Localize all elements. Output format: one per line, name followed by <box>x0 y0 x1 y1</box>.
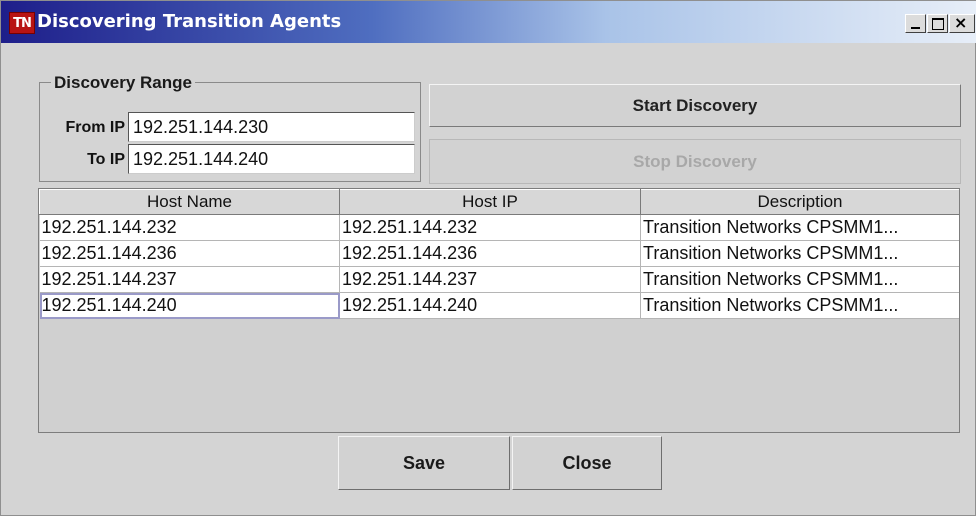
table-row[interactable]: 192.251.144.232 192.251.144.232 Transiti… <box>39 214 959 241</box>
column-header-description[interactable]: Description <box>640 189 959 215</box>
column-header-host-ip[interactable]: Host IP <box>339 189 641 215</box>
start-discovery-button[interactable]: Start Discovery <box>429 84 961 127</box>
host-name-cell[interactable]: 192.251.144.236 <box>39 240 340 267</box>
host-name-cell[interactable]: 192.251.144.240 <box>39 292 340 319</box>
close-button[interactable]: Close <box>512 436 662 490</box>
host-ip-cell[interactable]: 192.251.144.237 <box>339 266 641 293</box>
to-ip-label: To IP <box>87 151 125 168</box>
table-row[interactable]: 192.251.144.236 192.251.144.236 Transiti… <box>39 240 959 267</box>
close-window-button[interactable]: × <box>949 14 975 33</box>
description-cell[interactable]: Transition Networks CPSMM1... <box>640 266 959 293</box>
host-name-cell[interactable]: 192.251.144.232 <box>39 214 340 241</box>
hosts-table: Host Name Host IP Description 192.251.14… <box>38 188 960 433</box>
stop-discovery-button[interactable]: Stop Discovery <box>429 139 961 184</box>
close-icon: × <box>954 13 968 32</box>
from-ip-label: From IP <box>65 119 125 136</box>
to-ip-input[interactable] <box>128 144 415 174</box>
title-bar[interactable]: TN Discovering Transition Agents × <box>1 1 976 43</box>
host-ip-cell[interactable]: 192.251.144.236 <box>339 240 641 267</box>
transition-networks-logo-icon: TN <box>9 12 35 34</box>
table-row[interactable]: 192.251.144.237 192.251.144.237 Transiti… <box>39 266 959 293</box>
table-header-row: Host Name Host IP Description <box>39 189 959 215</box>
description-cell[interactable]: Transition Networks CPSMM1... <box>640 292 959 319</box>
maximize-button[interactable] <box>927 14 948 33</box>
description-cell[interactable]: Transition Networks CPSMM1... <box>640 214 959 241</box>
host-name-cell[interactable]: 192.251.144.237 <box>39 266 340 293</box>
table-row[interactable]: 192.251.144.240 192.251.144.240 Transiti… <box>39 292 959 319</box>
minimize-button[interactable] <box>905 14 926 33</box>
from-ip-input[interactable] <box>128 112 415 142</box>
save-button[interactable]: Save <box>338 436 510 490</box>
host-ip-cell[interactable]: 192.251.144.240 <box>339 292 641 319</box>
maximize-icon <box>932 18 944 30</box>
discovery-window: TN Discovering Transition Agents × Disco… <box>0 0 976 516</box>
host-ip-cell[interactable]: 192.251.144.232 <box>339 214 641 241</box>
discovery-range-legend: Discovery Range <box>51 73 195 93</box>
minimize-icon <box>911 27 920 29</box>
window-title: Discovering Transition Agents <box>37 11 342 32</box>
description-cell[interactable]: Transition Networks CPSMM1... <box>640 240 959 267</box>
column-header-host-name[interactable]: Host Name <box>39 189 340 215</box>
